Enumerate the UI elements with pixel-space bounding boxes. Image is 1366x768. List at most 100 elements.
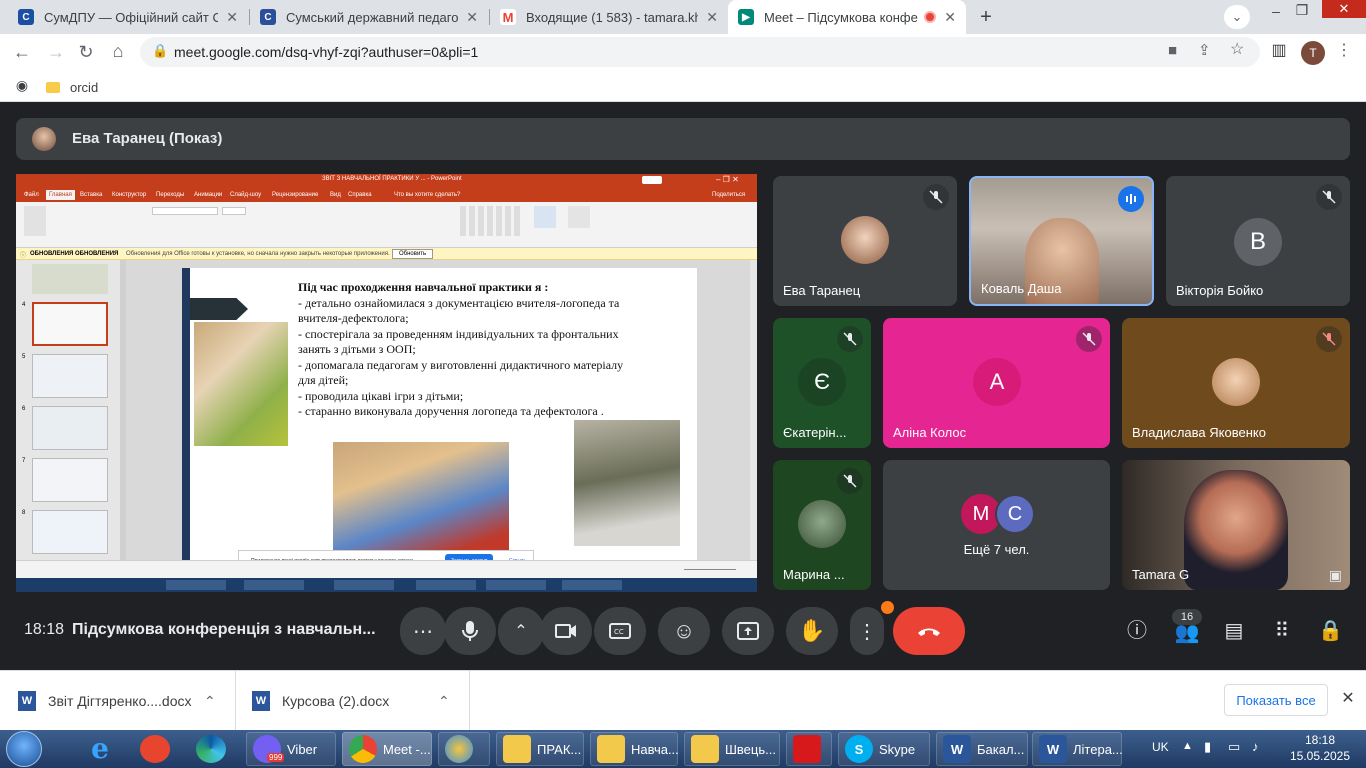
share-icon[interactable]: ⇪: [1198, 43, 1211, 58]
tile-alina[interactable]: А Аліна Колос: [883, 318, 1110, 448]
meeting-details-icon[interactable]: ⓘ: [1126, 621, 1148, 641]
raise-hand-button[interactable]: ✋: [786, 607, 838, 655]
menu-dots-icon[interactable]: ⋮: [1336, 43, 1352, 59]
download-item[interactable]: W Курсова (2).docx ⌃: [252, 671, 470, 731]
maximize-icon[interactable]: ❐: [1292, 3, 1312, 17]
new-tab-icon[interactable]: +: [975, 7, 997, 29]
shapes-gallery[interactable]: [460, 206, 520, 236]
slide-scrollbar[interactable]: [750, 260, 757, 560]
start-button-icon[interactable]: [6, 731, 42, 767]
taskbar-folder-prak[interactable]: ПРАК...: [496, 732, 584, 766]
captions-button[interactable]: CC: [594, 607, 646, 655]
tile-more-participants[interactable]: М С Ещё 7 чел.: [883, 460, 1110, 590]
close-icon[interactable]: ✕: [706, 9, 718, 26]
close-downloads-icon[interactable]: ✕: [1340, 691, 1356, 707]
slide-thumbnail-selected[interactable]: [32, 302, 108, 346]
ppt-tab[interactable]: Переходы: [156, 192, 184, 198]
side-panel-icon[interactable]: ▥: [1270, 43, 1288, 59]
leave-call-button[interactable]: [893, 607, 965, 655]
more-mic-options-icon[interactable]: ⋯: [400, 607, 446, 655]
taskbar-paint[interactable]: [438, 732, 490, 766]
present-button[interactable]: [722, 607, 774, 655]
activities-icon[interactable]: ⠿: [1270, 621, 1294, 641]
tile-vladislava[interactable]: Владислава Яковенко: [1122, 318, 1350, 448]
ppt-tab[interactable]: Слайд-шоу: [230, 192, 261, 198]
address-bar[interactable]: 🔒 meet.google.com/dsq-vhyf-zqi?authuser=…: [140, 37, 1260, 67]
chat-icon[interactable]: ▤: [1222, 621, 1246, 641]
language-indicator[interactable]: UK: [1152, 740, 1169, 754]
close-icon[interactable]: ✕: [944, 9, 956, 26]
profile-avatar[interactable]: T: [1301, 41, 1325, 65]
tab-meet[interactable]: ▶ Meet – Підсумкова конфере ✕: [728, 0, 966, 34]
tile-eva[interactable]: Ева Таранец: [773, 176, 957, 306]
slide-thumbnail[interactable]: [32, 264, 108, 294]
tile-viktoria[interactable]: В Вікторія Бойко: [1166, 176, 1350, 306]
clock-time[interactable]: 18:18: [1290, 733, 1350, 747]
ppt-tab[interactable]: Файл: [24, 192, 39, 198]
font-name-box[interactable]: [152, 207, 218, 215]
bookmark-star-icon[interactable]: ☆: [1230, 42, 1244, 58]
ppt-tab[interactable]: Вставка: [80, 192, 102, 198]
emoji-button[interactable]: ☺: [658, 607, 710, 655]
tile-koval[interactable]: Коваль Даша: [969, 176, 1154, 306]
chevron-up-icon[interactable]: ⌃: [438, 693, 450, 710]
minimize-icon[interactable]: –: [1266, 4, 1286, 18]
ppt-tab[interactable]: Анимации: [194, 192, 222, 198]
camera-icon[interactable]: ■: [1168, 43, 1177, 58]
taskbar-folder-shvets[interactable]: Швець...: [684, 732, 780, 766]
tab-gmail[interactable]: M Входящие (1 583) - tamara.kharc ✕: [490, 0, 728, 34]
show-all-button[interactable]: Показать все: [1224, 684, 1328, 716]
window-close-icon[interactable]: ✕: [1322, 0, 1366, 18]
arrange-icon[interactable]: [534, 206, 556, 228]
back-icon[interactable]: ←: [12, 43, 32, 61]
slide-thumbnail[interactable]: [32, 354, 108, 398]
tile-ekaterina[interactable]: Є Єкатерін...: [773, 318, 871, 448]
tab-university[interactable]: С Сумський державний педагогіч ✕: [250, 0, 488, 34]
home-icon[interactable]: ⌂: [108, 42, 128, 60]
bookmark-orcid[interactable]: orcid: [46, 77, 98, 97]
internet-explorer-icon[interactable]: e: [84, 735, 116, 763]
ppt-tab-active[interactable]: Главная: [46, 190, 75, 200]
ppt-share[interactable]: Поделиться: [712, 192, 745, 198]
forward-icon[interactable]: →: [46, 43, 66, 61]
zoom-slider[interactable]: [684, 569, 736, 570]
tile-tamara[interactable]: Tamara G ▣: [1122, 460, 1350, 590]
taskbar-acrobat[interactable]: [786, 732, 832, 766]
close-icon[interactable]: ✕: [226, 9, 238, 26]
camera-button[interactable]: [540, 607, 592, 655]
battery-icon[interactable]: ▭: [1228, 739, 1240, 755]
more-options-icon[interactable]: ⋮: [850, 607, 884, 655]
ppt-tab[interactable]: Справка: [348, 192, 372, 198]
camera-options-icon[interactable]: ⌃: [498, 607, 544, 655]
edge-icon[interactable]: [196, 735, 226, 763]
paste-icon[interactable]: [24, 206, 46, 236]
host-controls-icon[interactable]: 🔒: [1318, 621, 1343, 641]
reload-icon[interactable]: ↻: [76, 43, 96, 61]
media-app-icon[interactable]: [140, 735, 170, 763]
tab-search-icon[interactable]: ⌄: [1224, 5, 1250, 29]
quick-styles-icon[interactable]: [568, 206, 590, 228]
tab-sumdpu[interactable]: С СумДПУ — Офіційний сайт Сум ✕: [8, 0, 248, 34]
tile-marina[interactable]: Марина ...: [773, 460, 871, 590]
taskbar-word-bakal[interactable]: W Бакал...: [936, 732, 1028, 766]
ppt-tab[interactable]: Конструктор: [112, 192, 146, 198]
ppt-tell-me[interactable]: Что вы хотите сделать?: [394, 192, 460, 198]
volume-icon[interactable]: ♪: [1252, 739, 1259, 754]
download-item[interactable]: W Звіт Дігтяренко....docx ⌃: [18, 671, 236, 731]
ppt-tab[interactable]: Вид: [330, 192, 341, 198]
microphone-button[interactable]: [444, 607, 496, 655]
chevron-up-icon[interactable]: ⌃: [204, 693, 216, 710]
picture-in-picture-icon[interactable]: ▣: [1329, 568, 1342, 582]
font-size-box[interactable]: [222, 207, 246, 215]
taskbar-skype[interactable]: S Skype: [838, 732, 930, 766]
taskbar-viber[interactable]: 999 Viber: [246, 732, 336, 766]
taskbar-chrome[interactable]: Meet -...: [342, 732, 432, 766]
network-icon[interactable]: ▮: [1204, 739, 1211, 755]
tray-expand-icon[interactable]: ▲: [1182, 740, 1193, 752]
slide-thumbnail[interactable]: [32, 510, 108, 554]
clock-date[interactable]: 15.05.2025: [1282, 749, 1358, 763]
update-button[interactable]: Обновить: [392, 249, 434, 259]
ppt-tab[interactable]: Рецензирование: [272, 192, 318, 198]
slide-thumbnail[interactable]: [32, 406, 108, 450]
close-icon[interactable]: ✕: [466, 9, 478, 26]
